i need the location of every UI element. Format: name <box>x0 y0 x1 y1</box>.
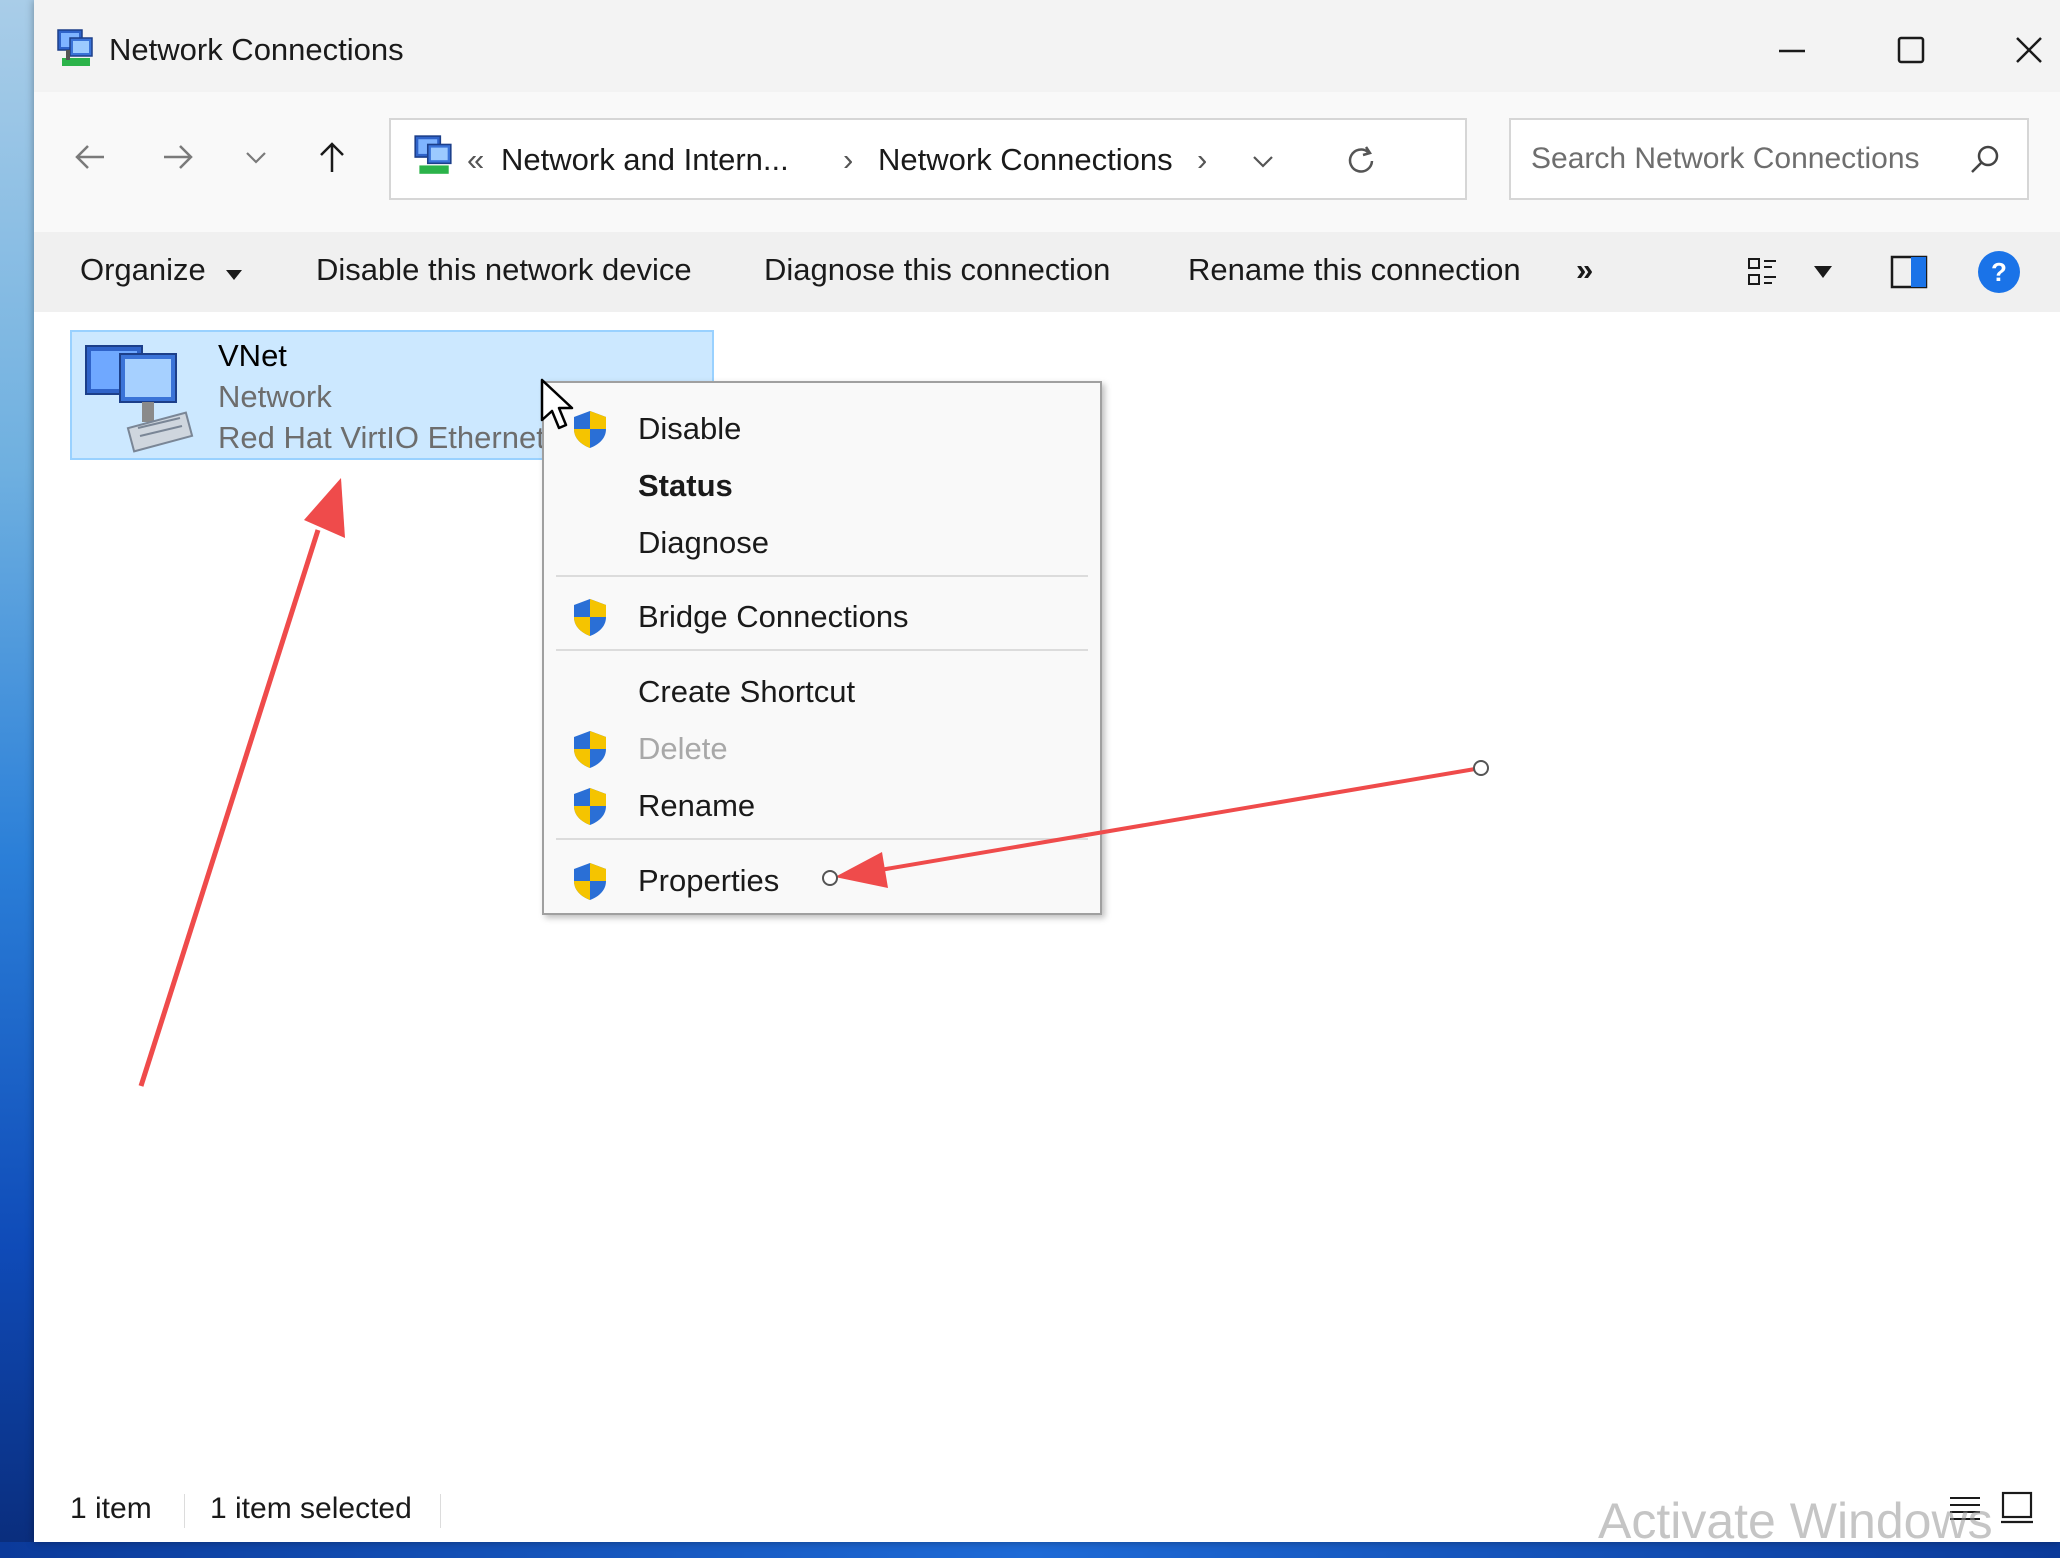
large-icons-view-icon[interactable] <box>1999 1490 2035 1526</box>
maximize-icon <box>1897 36 1925 64</box>
uac-shield-icon <box>574 731 606 768</box>
caret-down-icon <box>226 270 243 280</box>
status-divider <box>440 1494 441 1528</box>
uac-shield-icon <box>574 863 606 900</box>
back-button[interactable] <box>60 127 120 187</box>
menu-item-diagnose-label: Diagnose <box>638 525 769 560</box>
status-divider <box>184 1494 185 1528</box>
selection-count: 1 item selected <box>210 1492 412 1525</box>
diagnose-connection-button[interactable]: Diagnose this connection <box>764 252 1110 288</box>
breadcrumb-network-and-internet[interactable]: Network and Intern... <box>501 142 789 178</box>
preview-pane-icon[interactable] <box>1890 254 1928 290</box>
desktop-wallpaper <box>0 0 34 1558</box>
svg-text:?: ? <box>1991 257 2007 287</box>
menu-item-status[interactable]: Status <box>544 458 1100 514</box>
connection-name: VNet <box>218 338 287 373</box>
up-arrow-icon <box>320 142 344 172</box>
activate-windows-watermark: Activate Windows <box>1598 1493 1993 1549</box>
breadcrumb-network-connections[interactable]: Network Connections <box>878 142 1173 178</box>
organize-menu[interactable]: Organize <box>80 252 243 288</box>
menu-item-delete-label: Delete <box>638 731 728 766</box>
breadcrumb-overflow[interactable]: « <box>467 142 484 178</box>
address-dropdown-icon[interactable] <box>1249 147 1277 175</box>
menu-item-rename-label: Rename <box>638 788 756 823</box>
recent-locations-button[interactable] <box>226 127 286 187</box>
menu-item-status-label: Status <box>638 468 733 503</box>
organize-label: Organize <box>80 252 206 287</box>
chevron-down-icon <box>246 152 266 164</box>
window-title: Network Connections <box>109 32 404 67</box>
menu-item-delete[interactable]: Delete <box>544 721 1100 777</box>
mouse-cursor-icon <box>540 378 574 430</box>
menu-item-disable-label: Disable <box>638 411 742 446</box>
breadcrumb-separator: › <box>1197 142 1208 177</box>
more-commands-button[interactable]: » <box>1576 252 1593 288</box>
connection-status: Network <box>218 379 332 414</box>
uac-shield-icon <box>574 788 606 825</box>
rename-connection-button[interactable]: Rename this connection <box>1188 252 1521 288</box>
forward-arrow-icon <box>164 145 193 169</box>
item-count: 1 item <box>70 1492 152 1525</box>
disable-device-button[interactable]: Disable this network device <box>316 252 692 288</box>
context-menu: Disable Status Diagnose Bridge Connectio… <box>542 381 1102 915</box>
close-icon <box>2016 37 2042 63</box>
address-bar[interactable]: « Network and Intern... › Network Connec… <box>389 118 1467 200</box>
navigation-bar: « Network and Intern... › Network Connec… <box>34 92 2060 232</box>
view-options-caret-icon[interactable] <box>1812 264 1834 280</box>
menu-item-diagnose[interactable]: Diagnose <box>544 515 1100 571</box>
up-button[interactable] <box>302 127 362 187</box>
view-layout-icon[interactable] <box>1746 254 1782 290</box>
search-input[interactable]: Search Network Connections <box>1531 142 1920 176</box>
uac-shield-icon <box>574 599 606 636</box>
menu-item-create-shortcut[interactable]: Create Shortcut <box>544 664 1100 720</box>
maximize-button[interactable] <box>1861 14 1961 86</box>
search-icon[interactable] <box>1967 142 2003 178</box>
minimize-icon <box>1779 49 1805 53</box>
help-icon[interactable]: ? <box>1977 250 2021 294</box>
minimize-button[interactable] <box>1742 14 1842 86</box>
refresh-icon[interactable] <box>1344 144 1378 178</box>
breadcrumb-separator: › <box>843 142 854 177</box>
menu-separator <box>556 575 1088 577</box>
menu-separator <box>556 838 1088 840</box>
network-connections-icon <box>57 29 93 66</box>
menu-item-properties-label: Properties <box>638 863 780 898</box>
menu-item-rename[interactable]: Rename <box>544 778 1100 834</box>
menu-item-properties[interactable]: Properties <box>544 853 1100 909</box>
command-bar: Organize Disable this network device Dia… <box>34 232 2060 313</box>
network-adapter-icon <box>85 345 194 453</box>
connection-device: Red Hat VirtIO Ethernet <box>218 420 545 455</box>
back-arrow-icon <box>75 145 104 169</box>
close-button[interactable] <box>1979 14 2060 86</box>
menu-item-disable[interactable]: Disable <box>544 401 1100 457</box>
forward-button[interactable] <box>148 127 208 187</box>
title-bar: Network Connections <box>34 0 2060 92</box>
menu-separator <box>556 649 1088 651</box>
search-box[interactable]: Search Network Connections <box>1509 118 2029 200</box>
menu-item-bridge-label: Bridge Connections <box>638 599 909 634</box>
network-connections-icon <box>414 135 452 174</box>
menu-item-shortcut-label: Create Shortcut <box>638 674 856 709</box>
menu-item-bridge-connections[interactable]: Bridge Connections <box>544 589 1100 645</box>
